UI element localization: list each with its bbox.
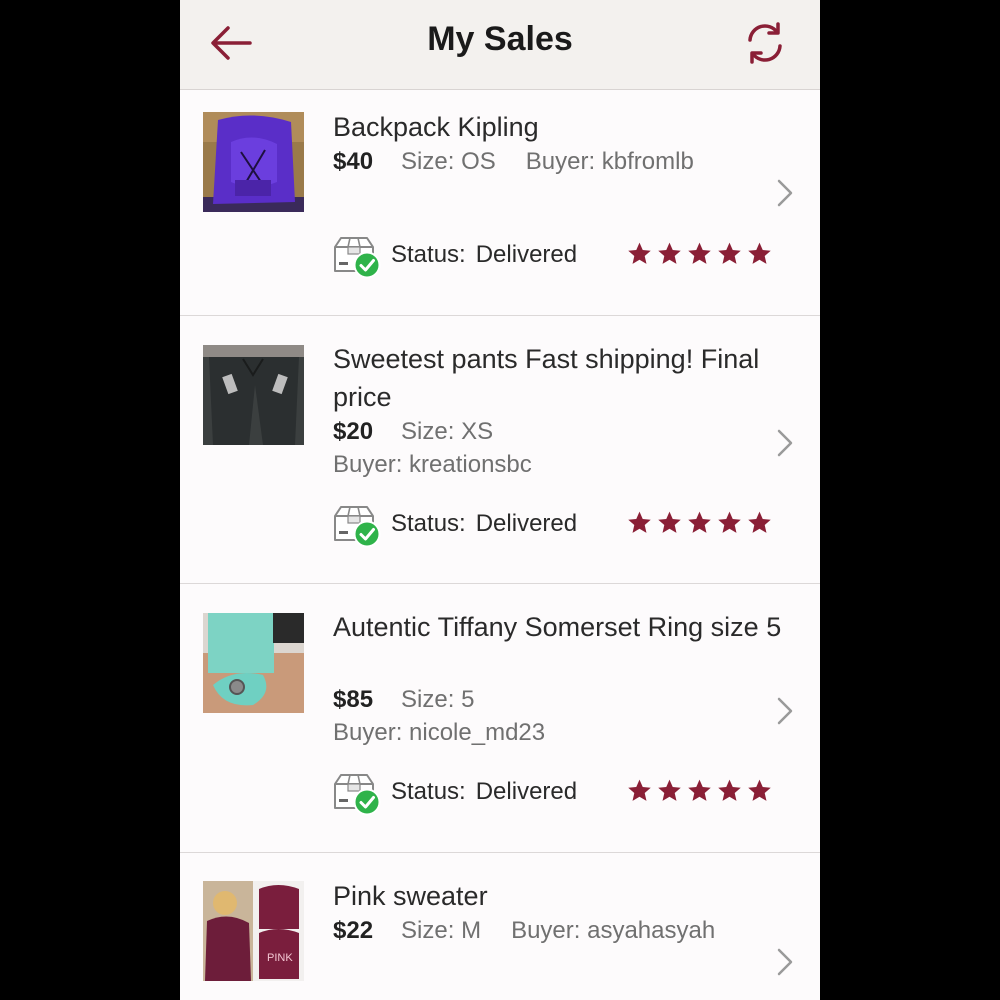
status-text: Status: Delivered bbox=[391, 778, 577, 806]
item-title: Autentic Tiffany Somerset Ring size 5 bbox=[333, 612, 782, 642]
star-icon bbox=[687, 778, 712, 803]
delivered-box-icon bbox=[333, 504, 381, 548]
chevron-right-icon bbox=[776, 178, 794, 208]
item-buyer: Buyer: asyahasyah bbox=[511, 917, 716, 944]
refresh-button[interactable] bbox=[742, 20, 788, 66]
chevron-right-icon bbox=[776, 696, 794, 726]
phone-screen: My Sales Backpack Kipling $40 Size: OS B… bbox=[180, 0, 820, 1000]
star-icon bbox=[747, 241, 772, 266]
star-icon bbox=[627, 241, 652, 266]
item-meta: $85 Size: 5 bbox=[333, 686, 504, 714]
item-price: $40 bbox=[333, 148, 374, 175]
item-thumbnail bbox=[203, 112, 304, 212]
app-header: My Sales bbox=[180, 0, 820, 90]
item-thumbnail bbox=[203, 613, 304, 713]
sale-item[interactable]: PINK Pink sweater $22 Size: M Buyer: asyah… bbox=[180, 853, 820, 1000]
status-row: Status: Delivered bbox=[333, 504, 803, 548]
status-text: Status: Delivered bbox=[391, 241, 577, 269]
sale-item[interactable]: Backpack Kipling $40 Size: OS Buyer: kbfro… bbox=[180, 90, 820, 316]
item-buyer: Buyer: nicole_md23 bbox=[333, 719, 546, 746]
status-value: Delivered bbox=[475, 778, 578, 805]
star-icon bbox=[747, 510, 772, 535]
delivered-box-icon bbox=[333, 235, 381, 279]
chevron-right-icon bbox=[776, 428, 794, 458]
item-price: $85 bbox=[333, 686, 374, 713]
star-icon bbox=[747, 778, 772, 803]
item-buyer: Buyer: kreationsbc bbox=[333, 451, 532, 478]
rating-stars bbox=[627, 778, 777, 806]
item-price: $20 bbox=[333, 418, 374, 445]
item-price: $22 bbox=[333, 917, 374, 944]
item-title: Sweetest pants Fast shipping! Final pric… bbox=[333, 344, 760, 412]
star-icon bbox=[657, 241, 682, 266]
sale-item[interactable]: Sweetest pants Fast shipping! Final pric… bbox=[180, 316, 820, 584]
item-thumbnail: PINK bbox=[203, 881, 304, 981]
star-icon bbox=[687, 241, 712, 266]
item-size: Size: OS bbox=[401, 148, 496, 175]
status-value: Delivered bbox=[475, 510, 578, 537]
item-meta: $20 Size: XS bbox=[333, 418, 523, 446]
status-row: Status: Delivered bbox=[333, 235, 803, 279]
star-icon bbox=[717, 510, 742, 535]
item-meta: $22 Size: M Buyer: asyahasyah bbox=[333, 917, 715, 945]
item-size: Size: 5 bbox=[401, 686, 475, 713]
star-icon bbox=[657, 510, 682, 535]
delivered-box-icon bbox=[333, 772, 381, 816]
star-icon bbox=[627, 778, 652, 803]
star-icon bbox=[717, 241, 742, 266]
status-label: Status: bbox=[391, 510, 466, 537]
item-thumbnail bbox=[203, 345, 304, 445]
star-icon bbox=[657, 778, 682, 803]
page-title: My Sales bbox=[427, 20, 573, 58]
item-meta: $40 Size: OS Buyer: kbfromlb bbox=[333, 148, 694, 176]
chevron-right-icon bbox=[776, 947, 794, 977]
item-size: Size: M bbox=[401, 917, 482, 944]
item-buyer: Buyer: kbfromlb bbox=[525, 148, 694, 175]
status-text: Status: Delivered bbox=[391, 510, 577, 538]
item-title: Pink sweater bbox=[333, 881, 488, 911]
rating-stars bbox=[627, 510, 777, 538]
sale-item[interactable]: Autentic Tiffany Somerset Ring size 5 $8… bbox=[180, 584, 820, 853]
star-icon bbox=[717, 778, 742, 803]
item-title: Backpack Kipling bbox=[333, 112, 539, 142]
rating-stars bbox=[627, 241, 777, 269]
status-label: Status: bbox=[391, 778, 466, 805]
status-row: Status: Delivered bbox=[333, 772, 803, 816]
status-value: Delivered bbox=[475, 241, 578, 268]
star-icon bbox=[627, 510, 652, 535]
star-icon bbox=[687, 510, 712, 535]
status-label: Status: bbox=[391, 241, 466, 268]
item-size: Size: XS bbox=[401, 418, 494, 445]
svg-text:PINK: PINK bbox=[267, 952, 293, 964]
refresh-icon bbox=[748, 22, 782, 64]
